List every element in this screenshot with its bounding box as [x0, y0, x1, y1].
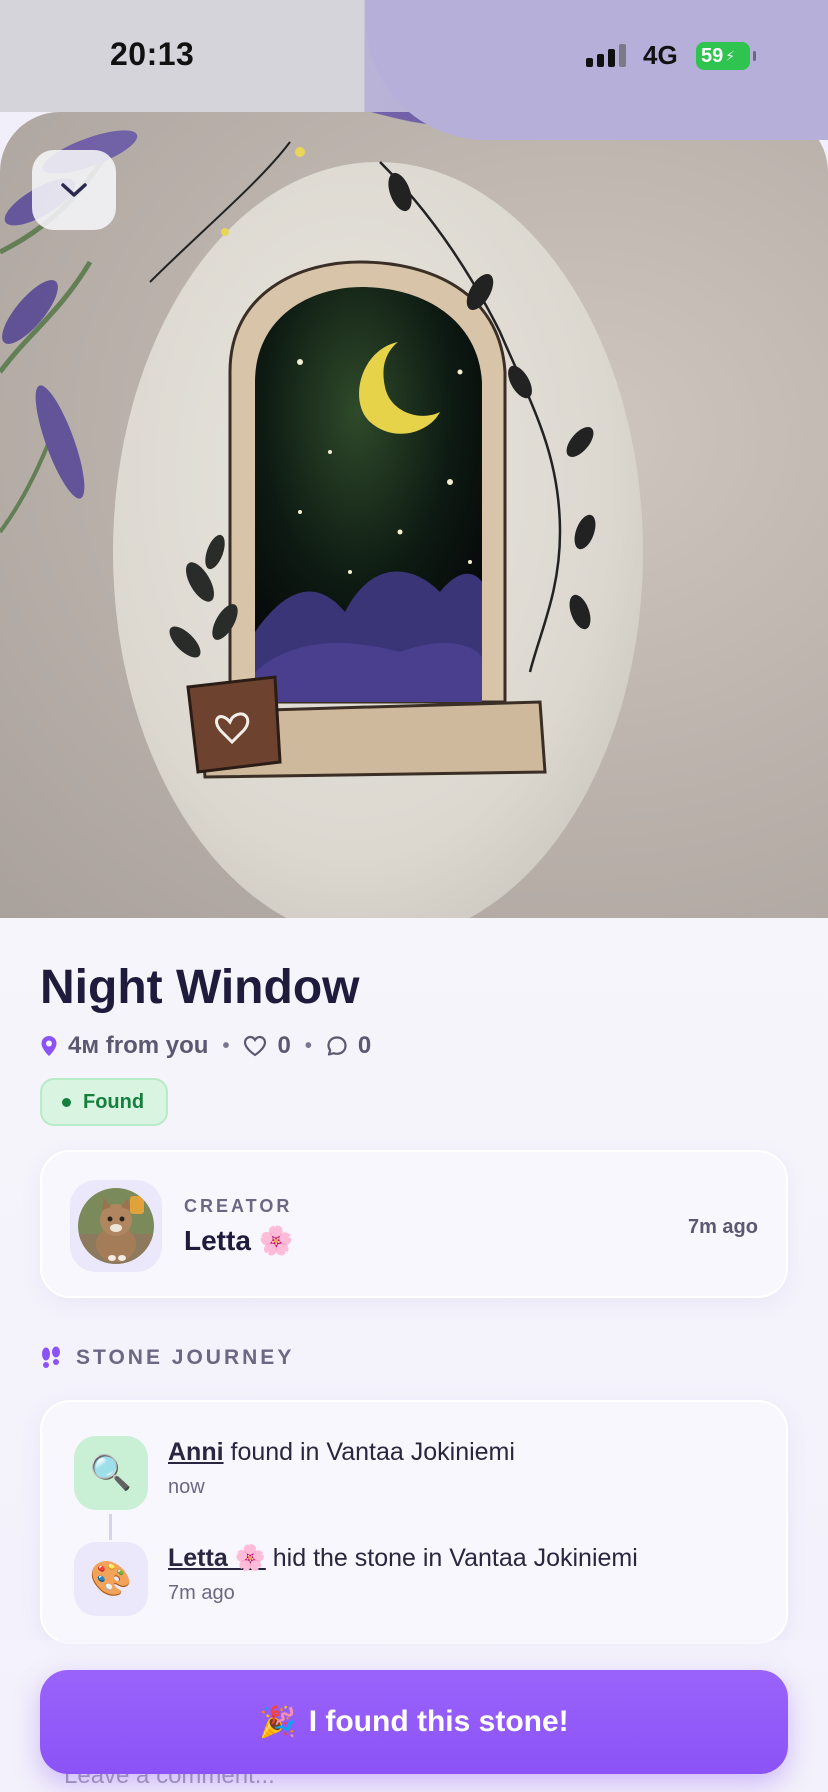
heart-icon[interactable]: [243, 1035, 267, 1057]
status-time: 20:13: [110, 36, 195, 72]
footprints-icon: [42, 1346, 60, 1368]
creator-avatar[interactable]: [70, 1180, 162, 1272]
creator-name[interactable]: Letta 🌸: [184, 1224, 294, 1257]
journey-header-label: STONE JOURNEY: [76, 1346, 295, 1369]
stone-illustration: [0, 112, 643, 918]
stone-meta: 4м from you • 0 • 0: [40, 1032, 371, 1060]
distance-label: 4м from you: [68, 1032, 209, 1059]
party-popper-icon: 🎉: [259, 1705, 297, 1739]
journey-time: 7m ago: [168, 1582, 235, 1604]
stone-photo: [0, 112, 828, 918]
palette-icon: 🎨: [74, 1542, 148, 1616]
cat-avatar-icon: [78, 1188, 154, 1264]
journey-item-found: Anni found in Vantaa Jokiniemi: [168, 1438, 515, 1467]
likes-count: 0: [277, 1032, 291, 1059]
creator-label: CREATOR: [184, 1196, 293, 1216]
network-label: 4G: [643, 40, 678, 70]
signal-icon: [586, 44, 626, 67]
status-dot-icon: [62, 1097, 71, 1107]
journey-item-hid: Letta 🌸 hid the stone in Vantaa Jokiniem…: [168, 1544, 638, 1573]
collapse-button[interactable]: [32, 150, 116, 230]
comment-icon[interactable]: [326, 1035, 348, 1057]
journey-action: found in Vantaa Jokiniemi: [223, 1438, 515, 1466]
location-pin-icon: [41, 1036, 57, 1056]
stone-title: Night Window: [40, 961, 360, 1014]
creator-time: 7m ago: [687, 1216, 758, 1238]
battery-level: 59: [701, 44, 724, 67]
status-label: Found: [83, 1090, 145, 1113]
found-stone-button-label: I found this stone!: [308, 1705, 569, 1738]
creator-card[interactable]: CREATOR Letta 🌸 7m ago: [40, 1150, 788, 1298]
comments-count: 0: [357, 1032, 372, 1059]
journey-card: 🔍 🎨 Anni found in Vantaa Jokiniemi now L…: [40, 1400, 788, 1644]
battery-icon: 59 ⚡: [696, 42, 756, 70]
journey-time: now: [168, 1476, 205, 1498]
journey-action: hid the stone in Vantaa Jokiniemi: [265, 1544, 638, 1572]
status-badge: Found: [40, 1078, 169, 1126]
journey-connector: [109, 1514, 112, 1540]
journey-header: STONE JOURNEY: [40, 1346, 294, 1370]
journey-user-link[interactable]: Anni: [168, 1438, 224, 1466]
status-bar: 20:13 4G 59 ⚡: [0, 0, 828, 140]
magnifier-icon: 🔍: [74, 1436, 148, 1510]
journey-user-link[interactable]: Letta 🌸: [168, 1544, 266, 1572]
found-stone-button[interactable]: 🎉 I found this stone!: [40, 1670, 788, 1774]
chevron-down-icon: [61, 183, 87, 197]
